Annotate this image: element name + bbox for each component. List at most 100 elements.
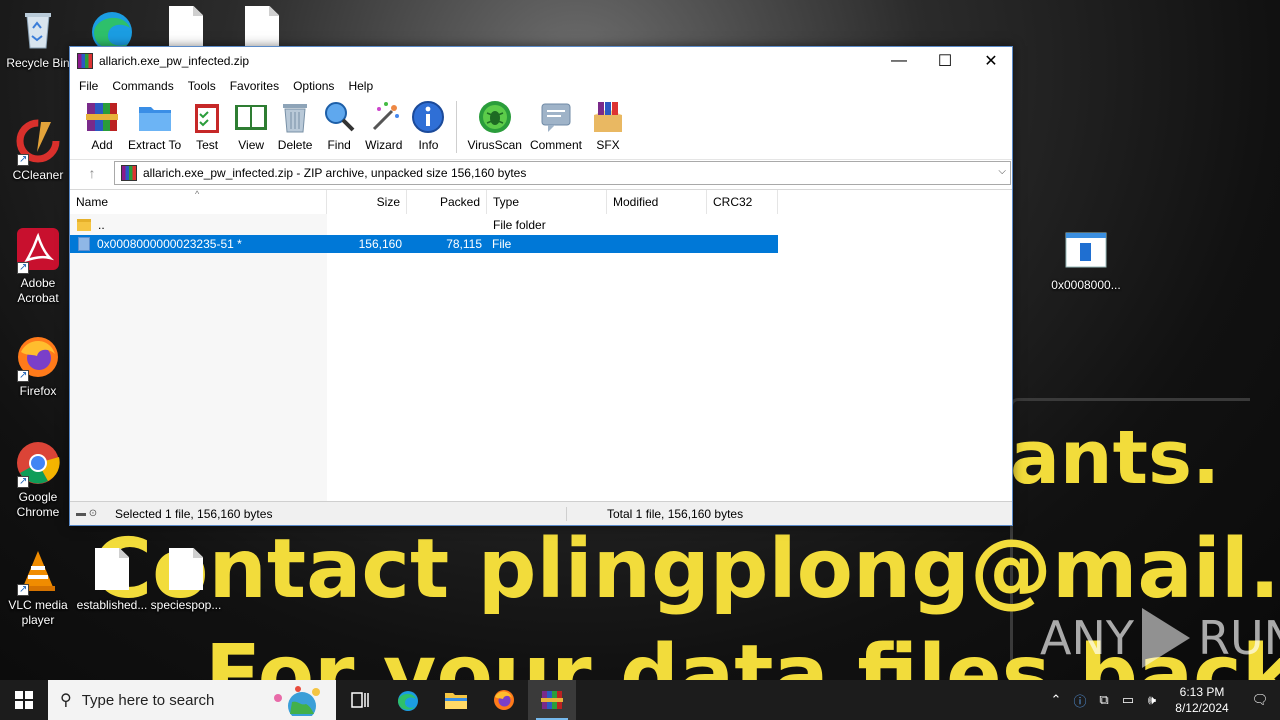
menu-options[interactable]: Options [286, 79, 341, 93]
add-archive-icon [84, 99, 120, 135]
chevron-up-icon[interactable]: ⌃ [1044, 692, 1068, 708]
clock-date: 8/12/2024 [1175, 701, 1229, 715]
row-type: File folder [493, 218, 546, 232]
file-icon [78, 237, 90, 251]
windows-logo-icon [15, 691, 33, 709]
minimize-button[interactable]: — [876, 47, 922, 75]
archive-path-field[interactable]: allarich.exe_pw_infected.zip - ZIP archi… [114, 160, 1011, 185]
table-row-selected[interactable]: 0x0008000000023235-51 * 156,160 78,115 F… [70, 235, 778, 253]
row-name: .. [98, 218, 105, 232]
sort-arrow-icon: ^ [195, 189, 200, 199]
comment-button[interactable]: Comment [526, 97, 586, 157]
info-tray-icon[interactable]: ⓘ [1068, 691, 1092, 710]
menu-favorites[interactable]: Favorites [223, 79, 286, 93]
view-label: View [238, 138, 265, 152]
anyrun-watermark: ANY RUN [1040, 608, 1280, 668]
wallpaper-text-line2: Contact plingplong@mail.com [92, 522, 1280, 617]
add-label: Add [91, 138, 113, 152]
wizard-button[interactable]: Wizard [361, 97, 406, 157]
taskbar-search-box[interactable]: ⚲ Type here to search [48, 680, 336, 720]
watermark-text-left: ANY [1040, 611, 1134, 665]
column-header-size[interactable]: Size [327, 190, 407, 214]
wallpaper-text-line1: ants. [1010, 415, 1221, 501]
column-header-type[interactable]: Type [487, 190, 607, 214]
notification-icon[interactable]: 🗨 [1240, 692, 1280, 708]
desktop-icon-label: Recycle Bin [6, 56, 70, 70]
menu-help[interactable]: Help [341, 79, 380, 93]
document-icon [163, 548, 209, 594]
row-packed [407, 216, 487, 234]
desktop-icon-firefox[interactable]: Firefox [0, 334, 76, 399]
desktop-icon-established[interactable]: established... [74, 548, 150, 613]
task-view-button[interactable] [336, 680, 384, 720]
status-total: Total 1 file, 156,160 bytes [566, 506, 743, 521]
taskbar-winrar[interactable] [528, 680, 576, 720]
title-bar[interactable]: allarich.exe_pw_infected.zip — ☐ ✕ [70, 47, 1012, 75]
desktop-icon-google-chrome[interactable]: Google Chrome [0, 440, 76, 520]
menu-commands[interactable]: Commands [105, 79, 180, 93]
chrome-icon [15, 440, 61, 489]
network-icon[interactable]: ▭ [1116, 692, 1140, 708]
folder-extract-icon [137, 99, 173, 135]
edge-icon [398, 691, 418, 711]
taskbar-firefox[interactable] [480, 680, 528, 720]
start-button[interactable] [0, 680, 48, 720]
info-label: Info [418, 138, 439, 152]
find-button[interactable]: Find [317, 97, 361, 157]
desktop-icon-label: VLC media player [8, 598, 68, 627]
sfx-button[interactable]: SFX [586, 97, 630, 157]
desktop-icon-speciespop[interactable]: speciespop... [148, 548, 224, 613]
row-modified [607, 216, 707, 234]
view-button[interactable]: View [229, 97, 273, 157]
column-header-packed[interactable]: Packed [407, 190, 487, 214]
extract-to-button[interactable]: Extract To [124, 97, 185, 157]
winrar-app-icon [77, 53, 93, 69]
watermark-text-right: RUN [1197, 611, 1280, 665]
maximize-button[interactable]: ☐ [922, 47, 968, 75]
desktop-icon-adobe-acrobat[interactable]: Adobe Acrobat [0, 226, 76, 306]
table-row[interactable]: .. File folder [70, 216, 778, 234]
test-button[interactable]: Test [185, 97, 229, 157]
extract-to-label: Extract To [128, 138, 182, 152]
virus-scan-icon [477, 99, 513, 135]
drive-icon[interactable]: ▬ ⊙ [70, 508, 110, 519]
row-size [327, 216, 407, 234]
ccleaner-icon [15, 118, 61, 167]
row-crc [707, 216, 778, 234]
close-button[interactable]: ✕ [968, 47, 1014, 75]
menu-bar: File Commands Tools Favorites Options He… [70, 75, 1012, 97]
document-icon [89, 548, 135, 594]
desktop-icon-label: CCleaner [12, 168, 64, 182]
up-arrow-icon[interactable]: ↑ [70, 165, 114, 181]
column-header-crc32[interactable]: CRC32 [707, 190, 778, 214]
desktop-icon-vlc[interactable]: VLC media player [0, 548, 76, 628]
chevron-down-icon[interactable]: ⌵ [998, 166, 1006, 177]
virusscan-label: VirusScan [467, 138, 522, 152]
clock[interactable]: 6:13 PM 8/12/2024 [1164, 684, 1240, 716]
taskbar-file-explorer[interactable] [432, 680, 480, 720]
add-button[interactable]: Add [80, 97, 124, 157]
firefox-icon [494, 690, 514, 710]
delete-button[interactable]: Delete [273, 97, 317, 157]
taskbar-edge[interactable] [384, 680, 432, 720]
desktop-icon-label: Google Chrome [16, 490, 60, 519]
column-header-modified[interactable]: Modified [607, 190, 707, 214]
status-selected: Selected 1 file, 156,160 bytes [115, 506, 273, 521]
desktop-icon-0x0008000[interactable]: 0x0008000... [1048, 228, 1124, 293]
menu-tools[interactable]: Tools [181, 79, 223, 93]
column-header-name[interactable]: Name ^ [70, 189, 327, 214]
desktop-icon-recycle-bin[interactable]: Recycle Bin [0, 6, 76, 71]
virusscan-button[interactable]: VirusScan [463, 97, 525, 157]
winrar-window[interactable]: allarich.exe_pw_infected.zip — ☐ ✕ File … [69, 46, 1013, 526]
menu-file[interactable]: File [72, 79, 105, 93]
search-placeholder: Type here to search [81, 691, 215, 709]
volume-icon[interactable]: 🕪 [1140, 692, 1164, 708]
firefox-icon [15, 334, 61, 383]
desktop-icon-label: established... [76, 598, 148, 612]
desktop-icon-ccleaner[interactable]: CCleaner [0, 118, 76, 183]
sfx-label: SFX [596, 138, 620, 152]
desktop-icon-label: 0x0008000... [1051, 278, 1121, 292]
info-button[interactable]: Info [406, 97, 450, 157]
file-list[interactable]: Name ^ Size Packed Type Modified CRC32 ..… [70, 189, 1012, 502]
device-tray-icon[interactable]: ⧉ [1092, 692, 1116, 708]
